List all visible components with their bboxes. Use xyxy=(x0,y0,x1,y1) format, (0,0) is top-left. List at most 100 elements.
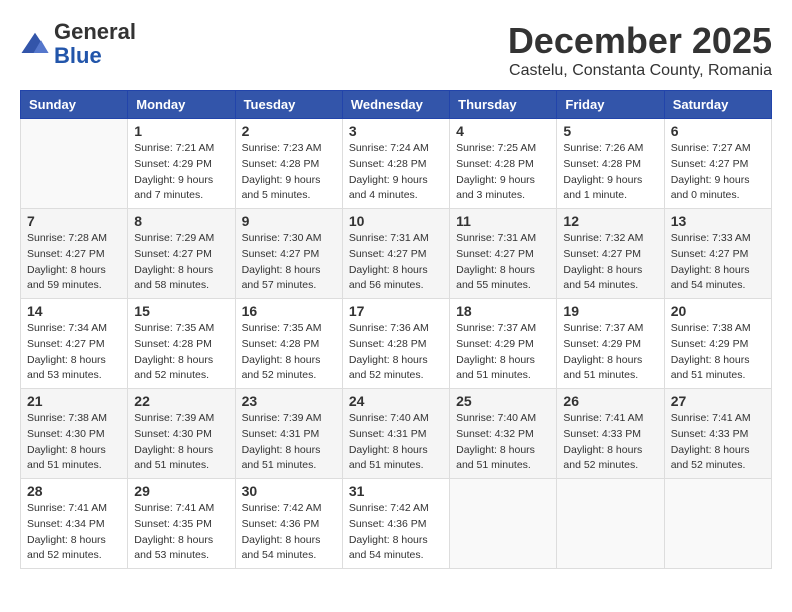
day-number: 31 xyxy=(349,483,443,499)
calendar-week-row: 28 Sunrise: 7:41 AMSunset: 4:34 PMDayligh… xyxy=(21,479,772,569)
calendar-cell: 5Sunrise: 7:26 AMSunset: 4:28 PMDaylight… xyxy=(557,119,664,209)
day-number: 2 xyxy=(242,123,336,139)
day-info: Sunrise: 7:40 AMSunset: 4:31 PMDaylight:… xyxy=(349,411,443,474)
calendar-cell xyxy=(21,119,128,209)
day-number: 12 xyxy=(563,213,657,229)
day-number: 18 xyxy=(456,303,550,319)
day-info: Sunrise: 7:27 AMSunset: 4:27 PMDaylight:… xyxy=(671,141,765,204)
day-info: Sunrise: 7:41 AMSunset: 4:33 PMDaylight:… xyxy=(671,411,765,474)
calendar-cell: 13 Sunrise: 7:33 AMSunset: 4:27 PMDayligh… xyxy=(664,209,771,299)
calendar-cell: 27Sunrise: 7:41 AMSunset: 4:33 PMDayligh… xyxy=(664,389,771,479)
day-info: Sunrise: 7:31 AMSunset: 4:27 PMDaylight:… xyxy=(456,231,550,294)
calendar-cell: 15 Sunrise: 7:35 AMSunset: 4:28 PMDayligh… xyxy=(128,299,235,389)
calendar-cell: 6 Sunrise: 7:27 AMSunset: 4:27 PMDaylight… xyxy=(664,119,771,209)
calendar-week-row: 14Sunrise: 7:34 AMSunset: 4:27 PMDayligh… xyxy=(21,299,772,389)
logo-general-text: General xyxy=(54,20,136,44)
logo-icon xyxy=(20,29,50,59)
day-number: 16 xyxy=(242,303,336,319)
day-number: 15 xyxy=(134,303,228,319)
day-number: 29 xyxy=(134,483,228,499)
day-info: Sunrise: 7:37 AMSunset: 4:29 PMDaylight:… xyxy=(456,321,550,384)
day-info: Sunrise: 7:26 AMSunset: 4:28 PMDaylight:… xyxy=(563,141,657,204)
day-number: 13 xyxy=(671,213,765,229)
calendar-cell: 3Sunrise: 7:24 AMSunset: 4:28 PMDaylight… xyxy=(342,119,449,209)
calendar-cell: 24 Sunrise: 7:40 AMSunset: 4:31 PMDayligh… xyxy=(342,389,449,479)
day-info: Sunrise: 7:35 AMSunset: 4:28 PMDaylight:… xyxy=(134,321,228,384)
calendar-cell: 20 Sunrise: 7:38 AMSunset: 4:29 PMDayligh… xyxy=(664,299,771,389)
day-number: 24 xyxy=(349,393,443,409)
day-number: 23 xyxy=(242,393,336,409)
day-info: Sunrise: 7:23 AMSunset: 4:28 PMDaylight:… xyxy=(242,141,336,204)
calendar-cell: 31 Sunrise: 7:42 AMSunset: 4:36 PMDayligh… xyxy=(342,479,449,569)
day-number: 7 xyxy=(27,213,121,229)
calendar-week-row: 1Sunrise: 7:21 AMSunset: 4:29 PMDaylight… xyxy=(21,119,772,209)
day-number: 19 xyxy=(563,303,657,319)
day-number: 17 xyxy=(349,303,443,319)
calendar-cell: 26Sunrise: 7:41 AMSunset: 4:33 PMDayligh… xyxy=(557,389,664,479)
day-number: 1 xyxy=(134,123,228,139)
day-info: Sunrise: 7:25 AMSunset: 4:28 PMDaylight:… xyxy=(456,141,550,204)
day-info: Sunrise: 7:30 AMSunset: 4:27 PMDaylight:… xyxy=(242,231,336,294)
calendar-cell: 2 Sunrise: 7:23 AMSunset: 4:28 PMDaylight… xyxy=(235,119,342,209)
day-number: 9 xyxy=(242,213,336,229)
calendar-cell: 12 Sunrise: 7:32 AMSunset: 4:27 PMDayligh… xyxy=(557,209,664,299)
calendar-header-monday: Monday xyxy=(128,91,235,119)
calendar-cell: 1Sunrise: 7:21 AMSunset: 4:29 PMDaylight… xyxy=(128,119,235,209)
calendar-cell: 29Sunrise: 7:41 AMSunset: 4:35 PMDayligh… xyxy=(128,479,235,569)
day-info: Sunrise: 7:42 AMSunset: 4:36 PMDaylight:… xyxy=(349,501,443,564)
day-info: Sunrise: 7:33 AMSunset: 4:27 PMDaylight:… xyxy=(671,231,765,294)
day-number: 21 xyxy=(27,393,121,409)
day-number: 28 xyxy=(27,483,121,499)
calendar-cell: 7Sunrise: 7:28 AMSunset: 4:27 PMDaylight… xyxy=(21,209,128,299)
day-number: 30 xyxy=(242,483,336,499)
calendar-header-wednesday: Wednesday xyxy=(342,91,449,119)
calendar-cell xyxy=(664,479,771,569)
title-section: December 2025 Castelu, Constanta County,… xyxy=(508,20,772,80)
calendar-week-row: 7Sunrise: 7:28 AMSunset: 4:27 PMDaylight… xyxy=(21,209,772,299)
day-number: 10 xyxy=(349,213,443,229)
month-title: December 2025 xyxy=(508,20,772,62)
location: Castelu, Constanta County, Romania xyxy=(508,62,772,80)
calendar-header-thursday: Thursday xyxy=(450,91,557,119)
day-number: 25 xyxy=(456,393,550,409)
calendar-cell: 23 Sunrise: 7:39 AMSunset: 4:31 PMDayligh… xyxy=(235,389,342,479)
day-info: Sunrise: 7:29 AMSunset: 4:27 PMDaylight:… xyxy=(134,231,228,294)
header: General Blue December 2025 Castelu, Cons… xyxy=(20,20,772,80)
calendar-cell: 21Sunrise: 7:38 AMSunset: 4:30 PMDayligh… xyxy=(21,389,128,479)
day-info: Sunrise: 7:41 AMSunset: 4:33 PMDaylight:… xyxy=(563,411,657,474)
calendar-cell: 25 Sunrise: 7:40 AMSunset: 4:32 PMDayligh… xyxy=(450,389,557,479)
calendar-header-friday: Friday xyxy=(557,91,664,119)
calendar-cell: 30 Sunrise: 7:42 AMSunset: 4:36 PMDayligh… xyxy=(235,479,342,569)
day-info: Sunrise: 7:37 AMSunset: 4:29 PMDaylight:… xyxy=(563,321,657,384)
calendar-cell xyxy=(557,479,664,569)
day-number: 20 xyxy=(671,303,765,319)
calendar-cell: 10 Sunrise: 7:31 AMSunset: 4:27 PMDayligh… xyxy=(342,209,449,299)
day-number: 3 xyxy=(349,123,443,139)
calendar-cell xyxy=(450,479,557,569)
day-info: Sunrise: 7:42 AMSunset: 4:36 PMDaylight:… xyxy=(242,501,336,564)
calendar-cell: 18 Sunrise: 7:37 AMSunset: 4:29 PMDayligh… xyxy=(450,299,557,389)
calendar-cell: 28 Sunrise: 7:41 AMSunset: 4:34 PMDayligh… xyxy=(21,479,128,569)
calendar: SundayMondayTuesdayWednesdayThursdayFrid… xyxy=(20,90,772,569)
day-info: Sunrise: 7:32 AMSunset: 4:27 PMDaylight:… xyxy=(563,231,657,294)
logo: General Blue xyxy=(20,20,136,68)
day-number: 8 xyxy=(134,213,228,229)
day-number: 6 xyxy=(671,123,765,139)
logo-blue-text: Blue xyxy=(54,44,136,68)
calendar-cell: 17 Sunrise: 7:36 AMSunset: 4:28 PMDayligh… xyxy=(342,299,449,389)
day-number: 22 xyxy=(134,393,228,409)
calendar-week-row: 21Sunrise: 7:38 AMSunset: 4:30 PMDayligh… xyxy=(21,389,772,479)
calendar-cell: 11Sunrise: 7:31 AMSunset: 4:27 PMDayligh… xyxy=(450,209,557,299)
day-info: Sunrise: 7:39 AMSunset: 4:30 PMDaylight:… xyxy=(134,411,228,474)
day-info: Sunrise: 7:38 AMSunset: 4:29 PMDaylight:… xyxy=(671,321,765,384)
day-info: Sunrise: 7:35 AMSunset: 4:28 PMDaylight:… xyxy=(242,321,336,384)
day-info: Sunrise: 7:40 AMSunset: 4:32 PMDaylight:… xyxy=(456,411,550,474)
day-info: Sunrise: 7:36 AMSunset: 4:28 PMDaylight:… xyxy=(349,321,443,384)
day-info: Sunrise: 7:41 AMSunset: 4:34 PMDaylight:… xyxy=(27,501,121,564)
day-info: Sunrise: 7:31 AMSunset: 4:27 PMDaylight:… xyxy=(349,231,443,294)
day-info: Sunrise: 7:39 AMSunset: 4:31 PMDaylight:… xyxy=(242,411,336,474)
calendar-header-row: SundayMondayTuesdayWednesdayThursdayFrid… xyxy=(21,91,772,119)
calendar-cell: 14Sunrise: 7:34 AMSunset: 4:27 PMDayligh… xyxy=(21,299,128,389)
calendar-cell: 22 Sunrise: 7:39 AMSunset: 4:30 PMDayligh… xyxy=(128,389,235,479)
calendar-cell: 4Sunrise: 7:25 AMSunset: 4:28 PMDaylight… xyxy=(450,119,557,209)
